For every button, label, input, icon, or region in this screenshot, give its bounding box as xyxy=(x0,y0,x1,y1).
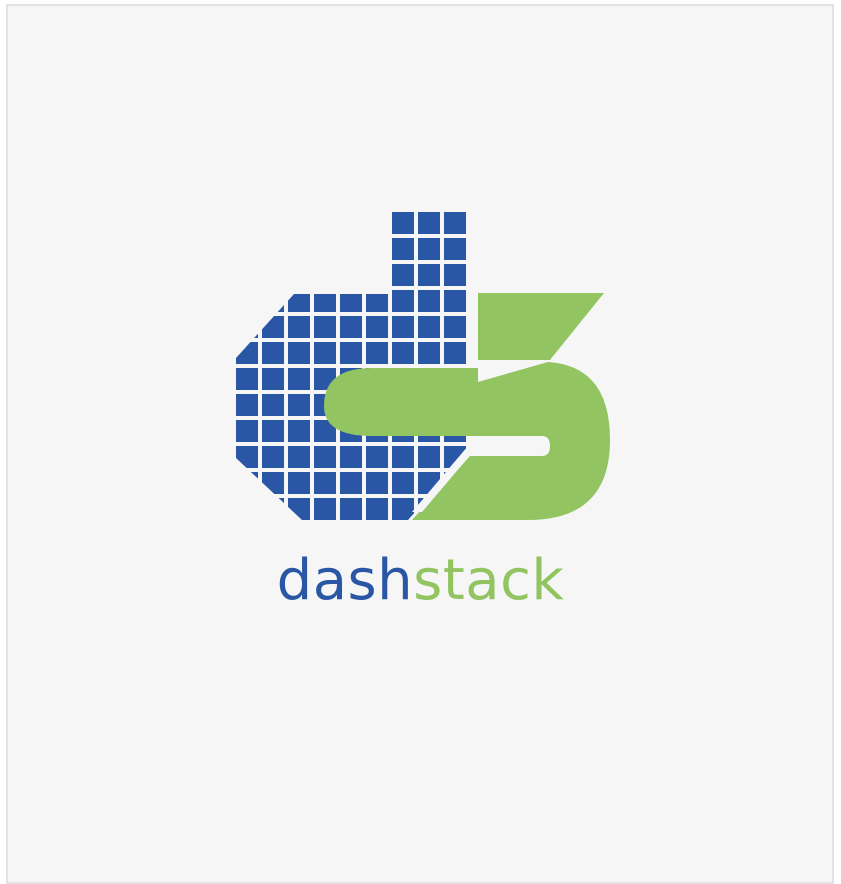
logo-grid-cell xyxy=(288,446,310,468)
logo-grid-cell xyxy=(262,290,284,312)
logo-grid-cell xyxy=(392,342,414,364)
logo-grid-cell xyxy=(236,472,258,494)
logo-wordmark: dashstack xyxy=(0,546,841,616)
logo-grid-cell xyxy=(418,316,440,338)
logo-grid-cell xyxy=(288,368,310,390)
logo-grid-cell xyxy=(288,342,310,364)
logo-grid-cell xyxy=(418,238,440,260)
logo-grid-cell xyxy=(262,368,284,390)
logo-grid-cell xyxy=(236,446,258,468)
logo-grid-cell xyxy=(444,342,466,364)
logo-grid-cell xyxy=(288,498,310,520)
logo-grid-cell xyxy=(392,264,414,286)
logo-grid-cell xyxy=(366,212,388,234)
logo-grid-cell xyxy=(314,472,336,494)
logo-grid-cell xyxy=(236,264,258,286)
logo-grid-cell xyxy=(288,472,310,494)
logo-grid-cell xyxy=(262,420,284,442)
logo-grid-cell xyxy=(288,290,310,312)
logo-grid-cell xyxy=(392,212,414,234)
logo-grid-cell xyxy=(262,264,284,286)
logo-grid-cell xyxy=(470,238,492,260)
logo-grid-cell xyxy=(236,290,258,312)
logo-grid-cell xyxy=(366,290,388,312)
logo-grid-cell xyxy=(236,368,258,390)
logo-grid-cell xyxy=(288,316,310,338)
logo-grid-cell xyxy=(340,316,362,338)
logo-grid-cell xyxy=(366,342,388,364)
logo-grid-cell xyxy=(236,212,258,234)
logo-grid-cell xyxy=(340,446,362,468)
logo-grid-cell xyxy=(392,238,414,260)
logo-grid-cell xyxy=(444,316,466,338)
logo-grid-cell xyxy=(366,498,388,520)
logo-grid-cell xyxy=(262,316,284,338)
logo-grid-cell xyxy=(366,472,388,494)
logo-grid-cell xyxy=(314,238,336,260)
logo-grid-cell xyxy=(262,212,284,234)
logo-grid-cell xyxy=(314,264,336,286)
logo-grid-cell xyxy=(392,316,414,338)
logo-grid-cell xyxy=(236,316,258,338)
wordmark-dash: dash xyxy=(276,548,414,613)
logo-grid-cell xyxy=(418,446,440,468)
logo-grid-cell xyxy=(314,498,336,520)
logo-grid-cell xyxy=(314,290,336,312)
logo-grid-cell xyxy=(314,342,336,364)
logo-grid-cell xyxy=(444,264,466,286)
logo-grid-cell xyxy=(340,342,362,364)
wordmark-stack: stack xyxy=(413,548,565,613)
logo-grid-cell xyxy=(418,290,440,312)
logo-grid-cell xyxy=(366,264,388,286)
logo-grid-cell xyxy=(288,212,310,234)
logo-grid-cell xyxy=(262,342,284,364)
logo-grid-cell xyxy=(366,316,388,338)
logo-grid-cell xyxy=(340,264,362,286)
logo-grid-cell xyxy=(340,238,362,260)
logo-grid-cell xyxy=(418,264,440,286)
logo-grid-cell xyxy=(288,264,310,286)
logo-grid-cell xyxy=(366,238,388,260)
logo-grid-cell xyxy=(392,472,414,494)
logo-grid-cell xyxy=(444,238,466,260)
logo-grid-cell xyxy=(392,290,414,312)
logo-grid-cell xyxy=(340,472,362,494)
logo-grid-cell xyxy=(236,420,258,442)
dashstack-logo-icon xyxy=(236,212,610,520)
logo-grid-cell xyxy=(444,212,466,234)
logo-grid-cell xyxy=(392,498,414,520)
logo-grid-cell xyxy=(262,498,284,520)
logo-grid-cell xyxy=(340,212,362,234)
logo-grid-cell xyxy=(340,290,362,312)
logo-grid-cell xyxy=(236,342,258,364)
logo-grid-cell xyxy=(262,472,284,494)
logo-grid-cell xyxy=(288,238,310,260)
logo-grid-cell xyxy=(314,446,336,468)
logo-grid-cell xyxy=(340,498,362,520)
logo-grid-cell xyxy=(470,212,492,234)
logo-grid-cell xyxy=(262,446,284,468)
logo-grid-cell xyxy=(470,264,492,286)
logo-grid-cell xyxy=(288,420,310,442)
logo-grid-cell xyxy=(288,394,310,416)
logo-grid-cell xyxy=(236,498,258,520)
logo-grid-cell xyxy=(236,394,258,416)
logo-grid-cell xyxy=(236,238,258,260)
logo-grid-cell xyxy=(314,316,336,338)
logo-grid-cell xyxy=(444,290,466,312)
logo-grid-cell xyxy=(314,212,336,234)
logo-grid-cell xyxy=(418,342,440,364)
logo-grid-cell xyxy=(392,446,414,468)
logo-grid-cell xyxy=(262,394,284,416)
logo-grid-cell xyxy=(418,212,440,234)
logo-grid-cell xyxy=(366,446,388,468)
logo-grid-cell xyxy=(262,238,284,260)
